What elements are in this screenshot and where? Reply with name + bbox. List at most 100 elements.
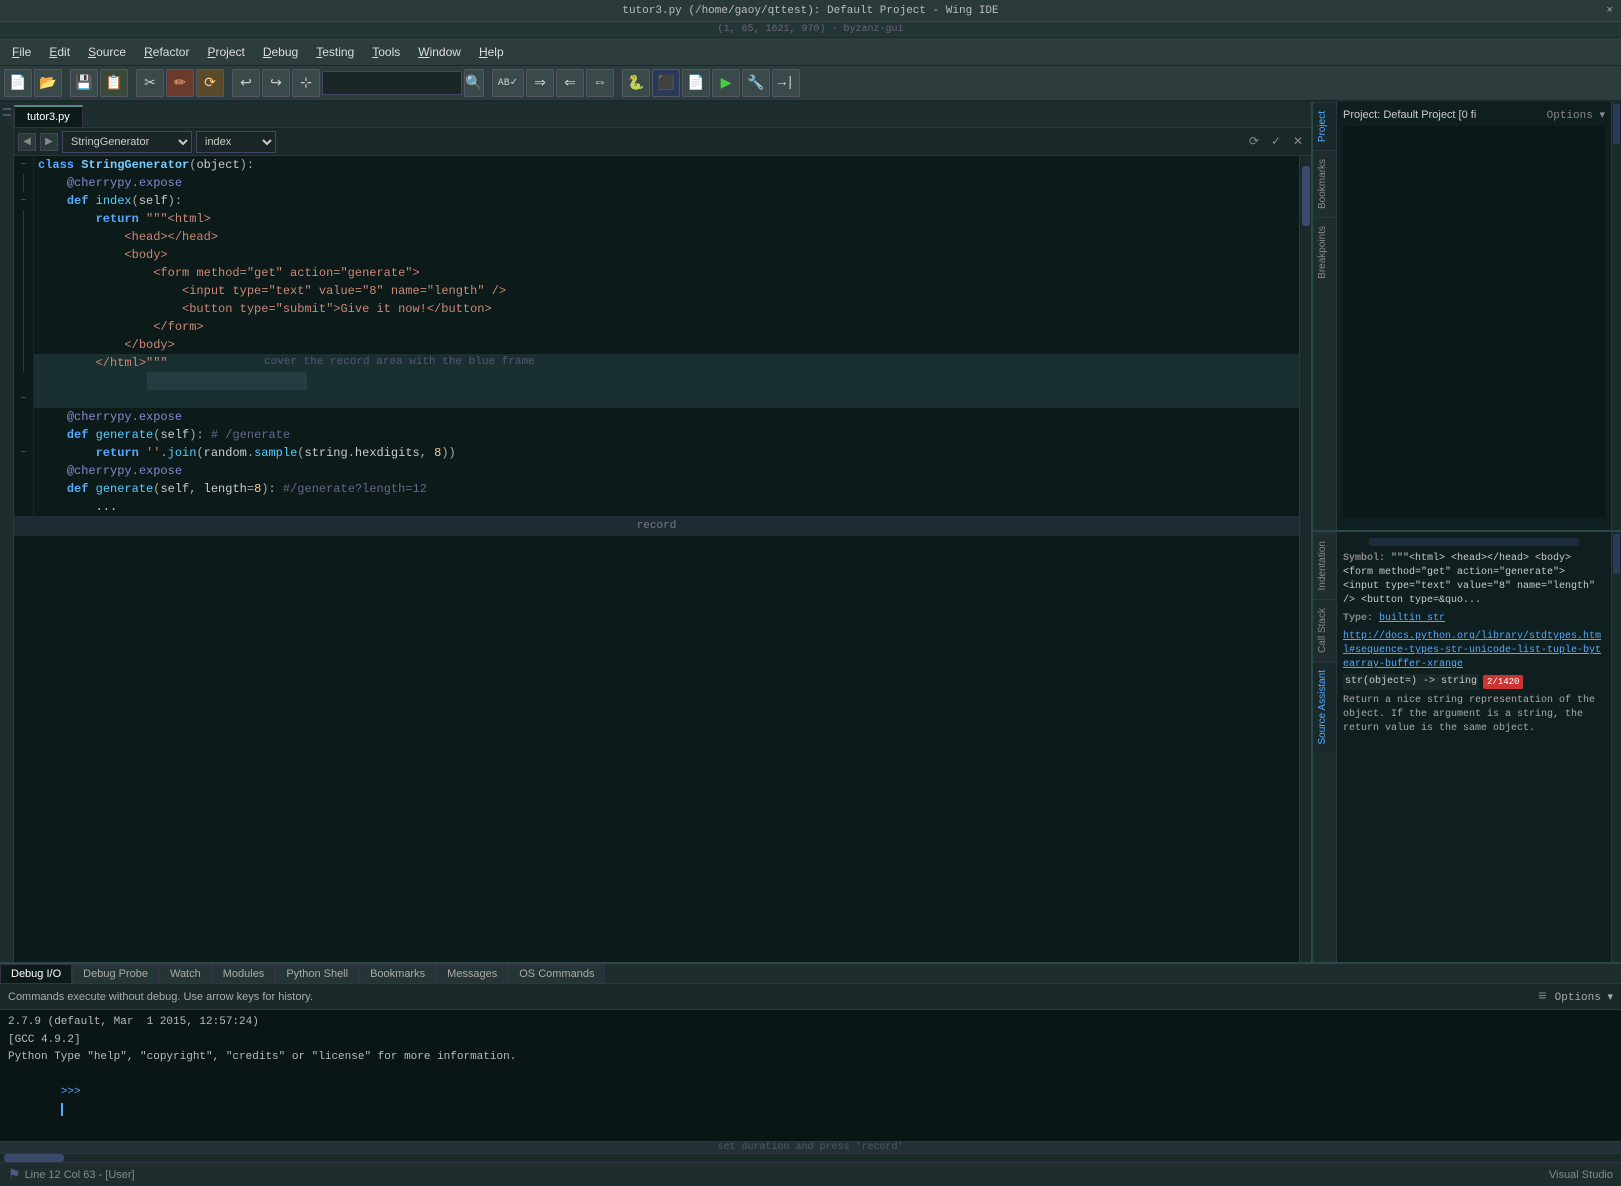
status-bar: ⚑ Line 12 Col 63 - [User] Visual Studio bbox=[0, 1162, 1621, 1186]
select-button[interactable]: ⊹ bbox=[292, 69, 320, 97]
status-center: Visual Studio bbox=[1549, 1169, 1613, 1181]
tab-bookmarks-bottom[interactable]: Bookmarks bbox=[359, 964, 436, 983]
menu-testing[interactable]: Testing bbox=[308, 42, 362, 62]
nav-back-button[interactable]: ◀ bbox=[18, 133, 36, 151]
code-lines[interactable]: class StringGenerator(object): @cherrypy… bbox=[34, 156, 1299, 516]
main-layout: tutor3.py ◀ ▶ StringGenerator index ⟳ ✓ … bbox=[0, 102, 1621, 962]
forward-button[interactable]: →| bbox=[772, 69, 800, 97]
code-content[interactable]: − − − bbox=[14, 156, 1299, 962]
run-button[interactable]: ▶ bbox=[712, 69, 740, 97]
left-strip bbox=[0, 102, 14, 962]
undo-button[interactable]: ↩ bbox=[232, 69, 260, 97]
toggle-indent-button[interactable]: ⇔ bbox=[586, 69, 614, 97]
nav-icon-close[interactable]: ✕ bbox=[1289, 133, 1307, 151]
code-line-12[interactable]: </html>""" bbox=[34, 354, 1299, 408]
tab-debug-probe[interactable]: Debug Probe bbox=[72, 964, 159, 983]
bottom-record-bar: set duration and press 'record' bbox=[0, 1141, 1621, 1153]
tab-messages[interactable]: Messages bbox=[436, 964, 508, 983]
record-bar: record bbox=[14, 516, 1299, 536]
fold-1[interactable]: − bbox=[20, 160, 26, 171]
shell-options-button[interactable]: Options ▾ bbox=[1555, 990, 1613, 1004]
redo-edit-button[interactable]: ⟳ bbox=[196, 69, 224, 97]
code-line-11: </body> bbox=[34, 336, 1299, 354]
debug-button[interactable]: ⬛ bbox=[652, 69, 680, 97]
menu-debug[interactable]: Debug bbox=[255, 42, 306, 62]
editor-scrollbar[interactable] bbox=[1299, 156, 1311, 962]
assistant-panel-scrollbar[interactable] bbox=[1611, 532, 1621, 962]
assistant-scrollbar-thumb[interactable] bbox=[1613, 534, 1620, 574]
spell-check-button[interactable]: AB✓ bbox=[492, 69, 524, 97]
class-dropdown[interactable]: StringGenerator bbox=[62, 131, 192, 153]
type-link[interactable]: builtin str bbox=[1379, 613, 1445, 624]
fold-indicators: − − − bbox=[14, 156, 34, 516]
nav-icon-refresh[interactable]: ⟳ bbox=[1245, 133, 1263, 151]
right-panel-top: Project Bookmarks Breakpoints Project: D… bbox=[1313, 102, 1621, 532]
tab-project[interactable]: Project bbox=[1313, 102, 1336, 150]
assistant-scrollbar-h[interactable] bbox=[1369, 538, 1579, 546]
undo-edit-button[interactable]: ✏ bbox=[166, 69, 194, 97]
shell-prompt: >>> bbox=[61, 1086, 87, 1098]
search-input[interactable] bbox=[322, 71, 462, 95]
tools-button[interactable]: 🔧 bbox=[742, 69, 770, 97]
indent-left-button[interactable]: ⇐ bbox=[556, 69, 584, 97]
save-button[interactable]: 💾 bbox=[70, 69, 98, 97]
tab-call-stack[interactable]: Call Stack bbox=[1313, 599, 1336, 661]
menu-project[interactable]: Project bbox=[199, 42, 252, 62]
shell-list-icon[interactable]: ≡ bbox=[1538, 989, 1546, 1005]
method-dropdown[interactable]: index bbox=[196, 131, 276, 153]
cut-button[interactable]: ✂ bbox=[136, 69, 164, 97]
code-line-4: return """<html> bbox=[34, 210, 1299, 228]
file-tab-tutor3[interactable]: tutor3.py bbox=[14, 105, 83, 127]
tab-python-shell[interactable]: Python Shell bbox=[275, 964, 359, 983]
status-position: Line 12 Col 63 - [User] bbox=[25, 1169, 135, 1181]
code-line-7: <form method="get" action="generate"> bbox=[34, 264, 1299, 282]
nav-bar: ◀ ▶ StringGenerator index ⟳ ✓ ✕ bbox=[14, 128, 1311, 156]
tab-os-commands[interactable]: OS Commands bbox=[508, 964, 605, 983]
tab-modules[interactable]: Modules bbox=[212, 964, 276, 983]
menu-file[interactable]: File bbox=[4, 42, 39, 62]
indent-right-button[interactable]: ⇒ bbox=[526, 69, 554, 97]
nav-forward-button[interactable]: ▶ bbox=[40, 133, 58, 151]
new-file-button[interactable]: 📄 bbox=[4, 69, 32, 97]
code-row: str(object=) -> string 2/1420 bbox=[1343, 674, 1605, 690]
tab-source-assistant[interactable]: Source Assistant bbox=[1313, 661, 1336, 752]
menu-help[interactable]: Help bbox=[471, 42, 512, 62]
fold-3[interactable]: − bbox=[20, 196, 26, 207]
description-text: Return a nice string representation of t… bbox=[1343, 694, 1605, 736]
project-panel-scrollbar[interactable] bbox=[1611, 102, 1621, 530]
code-line-17: def generate(self, length=8): #/generate… bbox=[34, 480, 1299, 498]
tab-debug-io[interactable]: Debug I/O bbox=[0, 964, 72, 983]
close-button[interactable]: × bbox=[1606, 5, 1613, 17]
code-editor[interactable]: − − − bbox=[14, 156, 1311, 962]
fold-17[interactable]: − bbox=[20, 448, 26, 459]
scrollbar-thumb[interactable] bbox=[1302, 166, 1310, 226]
code-line-2: @cherrypy.expose bbox=[34, 174, 1299, 192]
open-file-button[interactable]: 📂 bbox=[34, 69, 62, 97]
new-doc-button[interactable]: 📄 bbox=[682, 69, 710, 97]
menu-refactor[interactable]: Refactor bbox=[136, 42, 197, 62]
project-options-button[interactable]: Options ▾ bbox=[1547, 108, 1605, 122]
right-panel-bottom: Indentation Call Stack Source Assistant … bbox=[1313, 532, 1621, 962]
menu-source[interactable]: Source bbox=[80, 42, 134, 62]
menu-tools[interactable]: Tools bbox=[364, 42, 408, 62]
code-line-14: def generate(self): # /generate bbox=[34, 426, 1299, 444]
shell-prompt-line[interactable]: >>> bbox=[8, 1067, 1613, 1137]
tab-indentation[interactable]: Indentation bbox=[1313, 532, 1336, 599]
nav-icon-check[interactable]: ✓ bbox=[1267, 133, 1285, 151]
project-scrollbar-thumb[interactable] bbox=[1613, 104, 1620, 144]
tab-watch[interactable]: Watch bbox=[159, 964, 212, 983]
h-scrollbar[interactable] bbox=[0, 1153, 1621, 1162]
search-icon[interactable]: 🔍 bbox=[464, 69, 484, 97]
save-as-button[interactable]: 📋 bbox=[100, 69, 128, 97]
menu-edit[interactable]: Edit bbox=[41, 42, 78, 62]
menu-bar: File Edit Source Refactor Project Debug … bbox=[0, 38, 1621, 66]
tab-bookmarks[interactable]: Bookmarks bbox=[1313, 150, 1336, 217]
tab-breakpoints[interactable]: Breakpoints bbox=[1313, 217, 1336, 287]
menu-window[interactable]: Window bbox=[410, 42, 469, 62]
python-button[interactable]: 🐍 bbox=[622, 69, 650, 97]
h-scrollbar-thumb[interactable] bbox=[4, 1154, 64, 1162]
redo-button[interactable]: ↪ bbox=[262, 69, 290, 97]
fold-14[interactable]: − bbox=[20, 394, 26, 405]
docs-link[interactable]: http://docs.python.org/library/stdtypes.… bbox=[1343, 630, 1605, 672]
window-title: tutor3.py (/home/gaoy/qttest): Default P… bbox=[622, 5, 998, 17]
